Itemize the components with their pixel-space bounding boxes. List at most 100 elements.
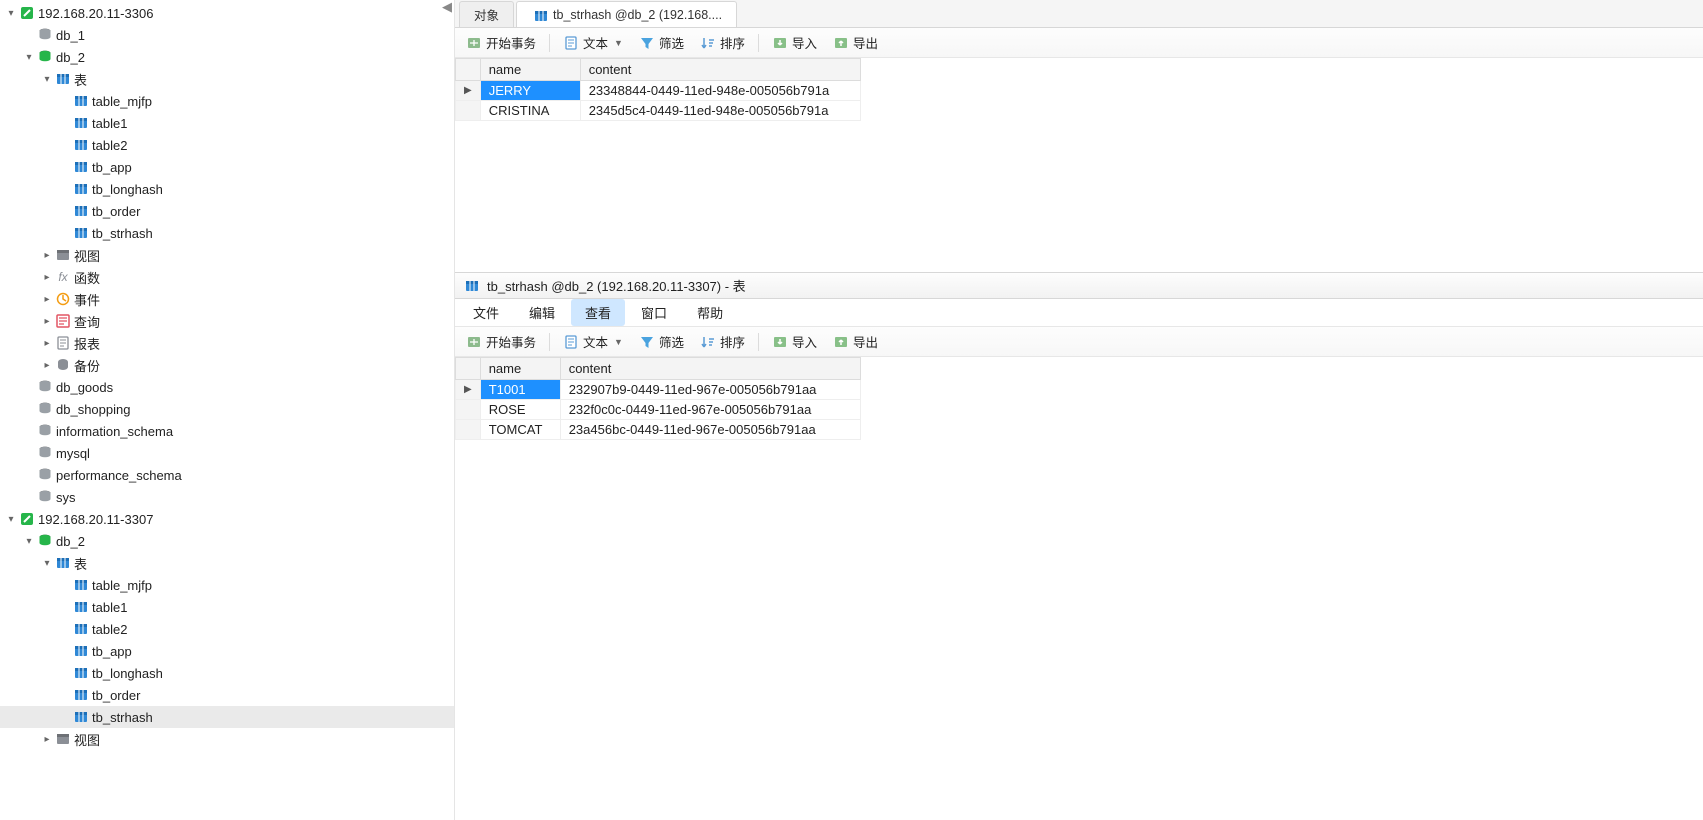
chevron-down-icon[interactable]: ▾	[22, 52, 36, 63]
cell[interactable]: 23a456bc-0449-11ed-967e-005056b791aa	[560, 420, 860, 440]
chevron-down-icon[interactable]: ▾	[40, 74, 54, 85]
tree-table-item[interactable]: table1	[0, 112, 454, 134]
import-button[interactable]: 导入	[765, 330, 824, 354]
tree-table-item[interactable]: table_mjfp	[0, 574, 454, 596]
tree-table-item[interactable]: tb_strhash	[0, 222, 454, 244]
chevron-right-icon[interactable]: ▸	[40, 338, 54, 349]
menu-view[interactable]: 查看	[571, 299, 625, 326]
chevron-down-icon[interactable]: ▾	[22, 536, 36, 547]
chevron-down-icon[interactable]: ▾	[4, 8, 18, 19]
tree-table-item[interactable]: tb_longhash	[0, 662, 454, 684]
cell[interactable]: CRISTINA	[480, 101, 580, 121]
menu-window[interactable]: 窗口	[627, 299, 681, 326]
tree-views-folder[interactable]: ▸视图	[0, 244, 454, 266]
chevron-down-icon[interactable]: ▾	[40, 558, 54, 569]
tab-table-active[interactable]: tb_strhash @db_2 (192.168....	[516, 1, 737, 27]
menu-help[interactable]: 帮助	[683, 299, 737, 326]
table-row[interactable]: CRISTINA2345d5c4-0449-11ed-948e-005056b7…	[456, 101, 861, 121]
tree-backup-folder[interactable]: ▸备份	[0, 354, 454, 376]
tree-table-item[interactable]: tb_order	[0, 200, 454, 222]
table-row[interactable]: ▶JERRY23348844-0449-11ed-948e-005056b791…	[456, 81, 861, 101]
tree-db-shopping[interactable]: db_shopping	[0, 398, 454, 420]
column-header[interactable]: name	[480, 358, 560, 380]
export-button[interactable]: 导出	[826, 330, 885, 354]
tree-db-sys[interactable]: sys	[0, 486, 454, 508]
menu-file[interactable]: 文件	[459, 299, 513, 326]
bottom-grid[interactable]: name content ▶T1001232907b9-0449-11ed-96…	[455, 357, 1703, 820]
tree-db-db1[interactable]: db_1	[0, 24, 454, 46]
cell[interactable]: JERRY	[480, 81, 580, 101]
table-icon	[72, 643, 90, 659]
dropdown-icon: ▼	[614, 337, 623, 347]
tree-table-item[interactable]: tb_order	[0, 684, 454, 706]
tree-events-folder[interactable]: ▸事件	[0, 288, 454, 310]
begin-tx-button[interactable]: 开始事务	[459, 330, 543, 354]
tree-table-item[interactable]: tb_app	[0, 156, 454, 178]
tree-table-item[interactable]: table2	[0, 618, 454, 640]
chevron-right-icon[interactable]: ▸	[40, 316, 54, 327]
table-icon	[72, 115, 90, 131]
table-row[interactable]: ROSE232f0c0c-0449-11ed-967e-005056b791aa	[456, 400, 861, 420]
database-icon	[36, 489, 54, 505]
cell[interactable]: ROSE	[480, 400, 560, 420]
sort-button[interactable]: 排序	[693, 31, 752, 55]
tree-tables-folder[interactable]: ▾ 表	[0, 552, 454, 574]
column-header[interactable]: name	[480, 59, 580, 81]
column-header[interactable]: content	[560, 358, 860, 380]
tree-views-folder[interactable]: ▸视图	[0, 728, 454, 750]
tree-table-item-selected[interactable]: tb_strhash	[0, 706, 454, 728]
menu-edit[interactable]: 编辑	[515, 299, 569, 326]
column-header[interactable]: content	[580, 59, 860, 81]
row-header-corner	[456, 59, 481, 81]
tree-db-db2[interactable]: ▾ db_2	[0, 46, 454, 68]
tree-table-item[interactable]: table1	[0, 596, 454, 618]
cell[interactable]: TOMCAT	[480, 420, 560, 440]
chevron-right-icon[interactable]: ▸	[40, 360, 54, 371]
tree-table-item[interactable]: tb_longhash	[0, 178, 454, 200]
tree-connection-3307[interactable]: ▾ 192.168.20.11-3307	[0, 508, 454, 530]
cell[interactable]: 23348844-0449-11ed-948e-005056b791a	[580, 81, 860, 101]
top-grid[interactable]: name content ▶JERRY23348844-0449-11ed-94…	[455, 58, 1703, 272]
table-row[interactable]: ▶T1001232907b9-0449-11ed-967e-005056b791…	[456, 380, 861, 400]
tree-table-item[interactable]: table_mjfp	[0, 90, 454, 112]
event-icon	[54, 291, 72, 307]
tree-reports-folder[interactable]: ▸报表	[0, 332, 454, 354]
chevron-right-icon[interactable]: ▸	[40, 734, 54, 745]
cell[interactable]: 232f0c0c-0449-11ed-967e-005056b791aa	[560, 400, 860, 420]
text-button[interactable]: 文本▼	[556, 31, 630, 55]
cell[interactable]: 232907b9-0449-11ed-967e-005056b791aa	[560, 380, 860, 400]
begin-tx-button[interactable]: 开始事务	[459, 31, 543, 55]
table-icon	[531, 8, 549, 22]
text-button[interactable]: 文本▼	[556, 330, 630, 354]
filter-button[interactable]: 筛选	[632, 31, 691, 55]
tree-db-goods[interactable]: db_goods	[0, 376, 454, 398]
filter-button[interactable]: 筛选	[632, 330, 691, 354]
tree-queries-folder[interactable]: ▸查询	[0, 310, 454, 332]
export-button[interactable]: 导出	[826, 31, 885, 55]
tree-tables-folder[interactable]: ▾ 表	[0, 68, 454, 90]
tree-db-perf[interactable]: performance_schema	[0, 464, 454, 486]
table-icon	[72, 181, 90, 197]
tree-db-infoschema[interactable]: information_schema	[0, 420, 454, 442]
import-button[interactable]: 导入	[765, 31, 824, 55]
tab-objects[interactable]: 对象	[459, 1, 514, 27]
report-icon	[54, 335, 72, 351]
tree-functions-folder[interactable]: ▸fx函数	[0, 266, 454, 288]
tree-db-db2-conn2[interactable]: ▾ db_2	[0, 530, 454, 552]
tree-db-mysql[interactable]: mysql	[0, 442, 454, 464]
sort-button[interactable]: 排序	[693, 330, 752, 354]
chevron-right-icon[interactable]: ▸	[40, 250, 54, 261]
table-icon	[72, 93, 90, 109]
sidebar-tree[interactable]: ◀ ▾ 192.168.20.11-3306 db_1 ▾ db_2	[0, 0, 455, 820]
tree-table-item[interactable]: tb_app	[0, 640, 454, 662]
table-row[interactable]: TOMCAT23a456bc-0449-11ed-967e-005056b791…	[456, 420, 861, 440]
chevron-down-icon[interactable]: ▾	[4, 514, 18, 525]
table-folder-icon	[54, 555, 72, 571]
tree-connection-3306[interactable]: ▾ 192.168.20.11-3306	[0, 2, 454, 24]
cell[interactable]: T1001	[480, 380, 560, 400]
cell[interactable]: 2345d5c4-0449-11ed-948e-005056b791a	[580, 101, 860, 121]
tree-table-item[interactable]: table2	[0, 134, 454, 156]
chevron-right-icon[interactable]: ▸	[40, 294, 54, 305]
sidebar-collapse-icon[interactable]: ◀	[440, 0, 454, 14]
chevron-right-icon[interactable]: ▸	[40, 272, 54, 283]
